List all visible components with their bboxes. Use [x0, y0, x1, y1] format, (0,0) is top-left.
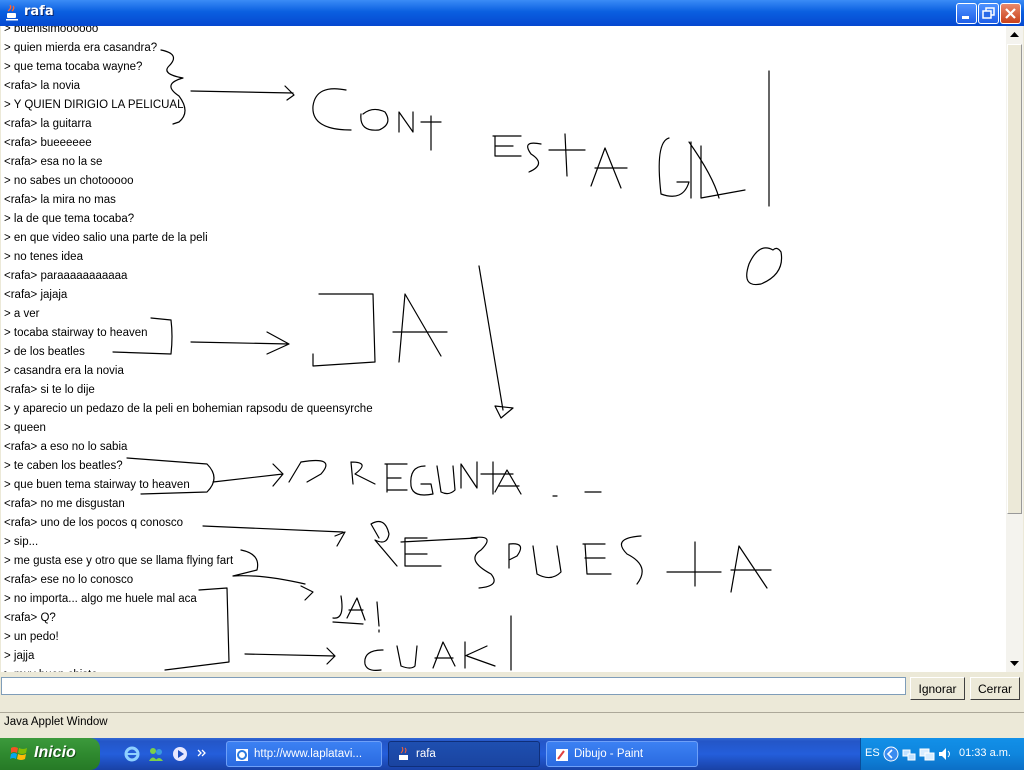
ie-icon[interactable]: [124, 746, 140, 762]
close-icon: [1005, 8, 1016, 19]
minimize-button[interactable]: [956, 3, 977, 24]
start-button[interactable]: Inicio: [0, 738, 100, 770]
doodle-line-respuesta: [202, 525, 346, 547]
chevron-more-icon[interactable]: [196, 746, 212, 762]
system-tray: ES 01:33 a.m.: [860, 738, 1024, 770]
restore-button[interactable]: [978, 3, 999, 24]
doodle-arrow-1: [190, 85, 295, 101]
taskbar-button-label: Dibujo - Paint: [574, 748, 644, 760]
window-title: rafa: [24, 4, 54, 19]
network-icon-2[interactable]: [919, 746, 935, 762]
volume-icon[interactable]: [937, 746, 953, 762]
close-window-button[interactable]: [1000, 3, 1021, 24]
ie-page-icon: [236, 749, 248, 761]
taskbar-button-label: http://www.laplatavi...: [254, 748, 363, 760]
doodle-bracket-5: [164, 587, 230, 671]
doodle-brace-3: [126, 457, 215, 495]
window-titlebar[interactable]: rafa: [0, 0, 1024, 26]
java-cup-icon: [399, 747, 408, 760]
chat-scrollbar[interactable]: [1006, 26, 1023, 672]
message-input-row: Ignorar Cerrar: [0, 674, 1024, 704]
messenger-icon[interactable]: [148, 746, 164, 762]
scroll-down-arrow[interactable]: [1006, 655, 1023, 672]
taskbar-button-label: rafa: [416, 748, 436, 760]
start-label: Inicio: [34, 744, 76, 761]
doodle-brace-1: [160, 49, 186, 125]
doodle-arrow-6: [332, 621, 364, 625]
arrow-down-icon: [1010, 661, 1019, 666]
taskbar-button-3[interactable]: Dibujo - Paint: [546, 741, 698, 767]
taskbar-button-1[interactable]: http://www.laplatavi...: [226, 741, 382, 767]
language-indicator[interactable]: ES: [865, 747, 880, 759]
doodle-ja2: [332, 595, 380, 633]
doodle-cuak: [364, 615, 512, 671]
taskbar-button-2[interactable]: rafa: [388, 741, 540, 767]
doodle-brace-2: [112, 317, 173, 355]
chat-log[interactable]: > buenisimoooooo > quien mierda era casan…: [1, 26, 1007, 672]
status-text: Java Applet Window: [4, 716, 108, 728]
doodle-arrow-3: [212, 463, 284, 487]
doodle-pregunta: [288, 459, 602, 497]
doodle-arrow-2: [190, 331, 290, 355]
applet-content: > buenisimoooooo > quien mierda era casan…: [0, 26, 1024, 704]
doodle-ja: [312, 265, 514, 419]
ignore-button[interactable]: Ignorar: [910, 677, 965, 700]
windows-logo-icon: [10, 747, 27, 760]
status-separator: [0, 712, 1024, 713]
scroll-up-arrow[interactable]: [1006, 26, 1023, 43]
doodle-o: [746, 247, 783, 286]
status-bar: Java Applet Window: [0, 704, 1024, 730]
doodle-brace-4: [232, 549, 314, 601]
message-input[interactable]: [1, 677, 906, 695]
doodle-arrow-5: [244, 647, 336, 665]
paint-doodles: [112, 49, 783, 671]
close-button[interactable]: Cerrar: [970, 677, 1020, 700]
network-icon[interactable]: [901, 746, 917, 762]
doodle-respuesta: [370, 521, 772, 593]
tray-collapse-icon[interactable]: [883, 746, 899, 762]
media-player-icon[interactable]: [172, 746, 188, 762]
clock[interactable]: 01:33 a.m.: [959, 747, 1011, 759]
doodle-contesta: [312, 70, 770, 207]
taskbar: Inicio http://www.laplatavi... rafa Dibujo…: [0, 738, 1024, 770]
arrow-up-icon: [1010, 32, 1019, 37]
restore-icon: [982, 7, 995, 19]
minimize-icon: [962, 16, 969, 19]
scroll-thumb[interactable]: [1007, 44, 1022, 514]
java-cup-icon: [6, 5, 18, 21]
paint-icon: [556, 749, 568, 761]
